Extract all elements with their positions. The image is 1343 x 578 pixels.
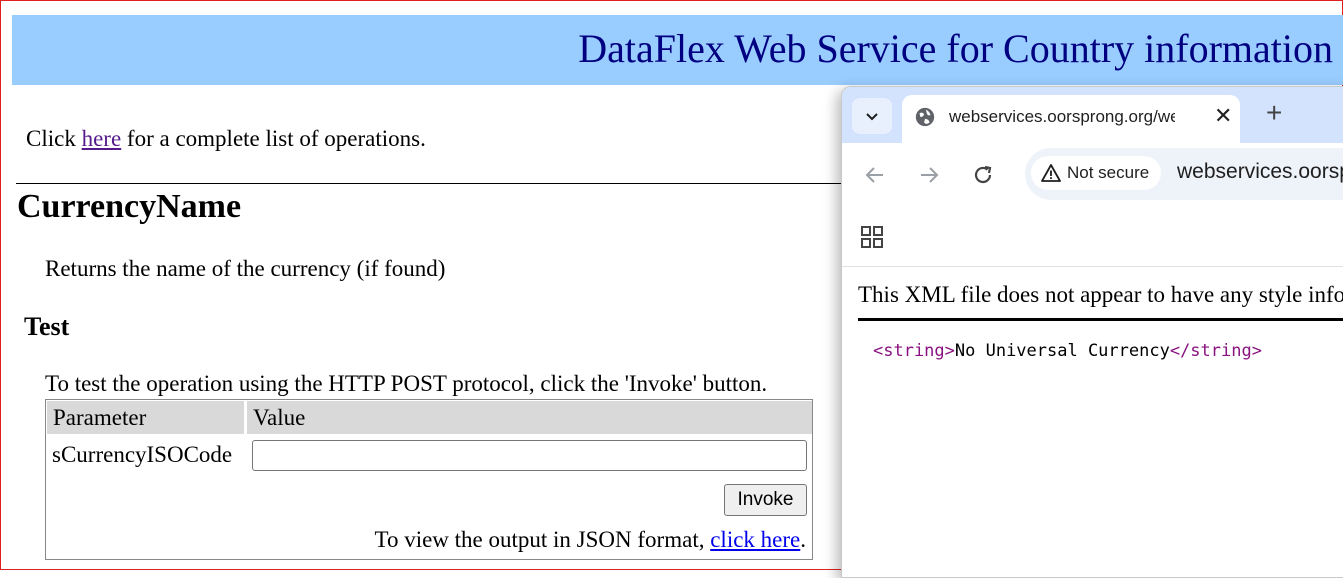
intro-before: Click [26,126,82,151]
reload-button[interactable] [965,157,1001,193]
header-parameter: Parameter [47,401,244,434]
active-tab[interactable]: webservices.oorsprong.org/websamples.cou… [902,95,1240,145]
tab-close-icon[interactable]: ✕ [1214,103,1232,129]
not-secure-chip[interactable]: Not secure [1031,156,1161,190]
operation-description: Returns the name of the currency (if fou… [45,256,446,281]
intro-after: for a complete list of operations. [121,126,426,151]
operation-title: CurrencyName [17,188,242,225]
browser-window: webservices.oorsprong.org/websamples.cou… [841,86,1343,578]
chevron-down-icon [866,113,878,121]
url-text: webservices.oorsprong.org [1177,160,1343,183]
forward-button[interactable] [911,157,947,193]
header-value: Value [247,401,812,434]
test-heading: Test [24,312,70,341]
tab-search-button[interactable] [852,98,892,134]
json-note-before: To view the output in JSON format, [374,527,711,552]
param-name-label: sCurrencyISOCode [52,442,233,467]
page-banner: DataFlex Web Service for Country informa… [12,15,1343,85]
tab-strip: webservices.oorsprong.org/websamples.cou… [842,87,1343,145]
arrow-right-icon [921,167,939,183]
json-note: To view the output in JSON format, click… [375,527,806,553]
browser-toolbar: Not secure webservices.oorsprong.org [842,143,1343,217]
not-secure-label: Not secure [1067,163,1150,182]
json-output-link[interactable]: click here [710,527,800,552]
xml-close-tag: </string> [1169,341,1262,361]
currency-iso-code-input[interactable] [252,440,807,471]
operations-list-link[interactable]: here [82,126,122,151]
warning-icon [1041,164,1061,182]
tab-title: webservices.oorsprong.org/websamples.cou… [949,107,1175,126]
banner-title: DataFlex Web Service for Country informa… [578,26,1333,71]
xml-open-tag: <string> [873,341,955,361]
test-description: To test the operation using the HTTP POS… [45,371,768,396]
back-button[interactable] [857,157,893,193]
address-bar[interactable]: Not secure webservices.oorsprong.org [1025,148,1343,200]
json-note-after: . [800,527,806,552]
xml-content: <string>No Universal Currency</string> [873,341,1262,361]
arrow-left-icon [865,167,883,183]
xml-text-value: No Universal Currency [954,341,1170,361]
invoke-button[interactable]: Invoke [724,484,807,516]
new-tab-button[interactable]: + [1266,99,1282,127]
intro-text: Click here for a complete list of operat… [26,126,426,152]
apps-grid-icon[interactable] [860,225,884,249]
xml-style-message: This XML file does not appear to have an… [858,282,1343,307]
section-divider [16,183,846,184]
bookmarks-divider [842,266,1343,267]
parameter-table: Parameter Value sCurrencyISOCode Invoke … [45,399,813,560]
reload-icon [974,165,992,184]
xml-divider [858,318,1343,321]
globe-icon [915,107,935,127]
